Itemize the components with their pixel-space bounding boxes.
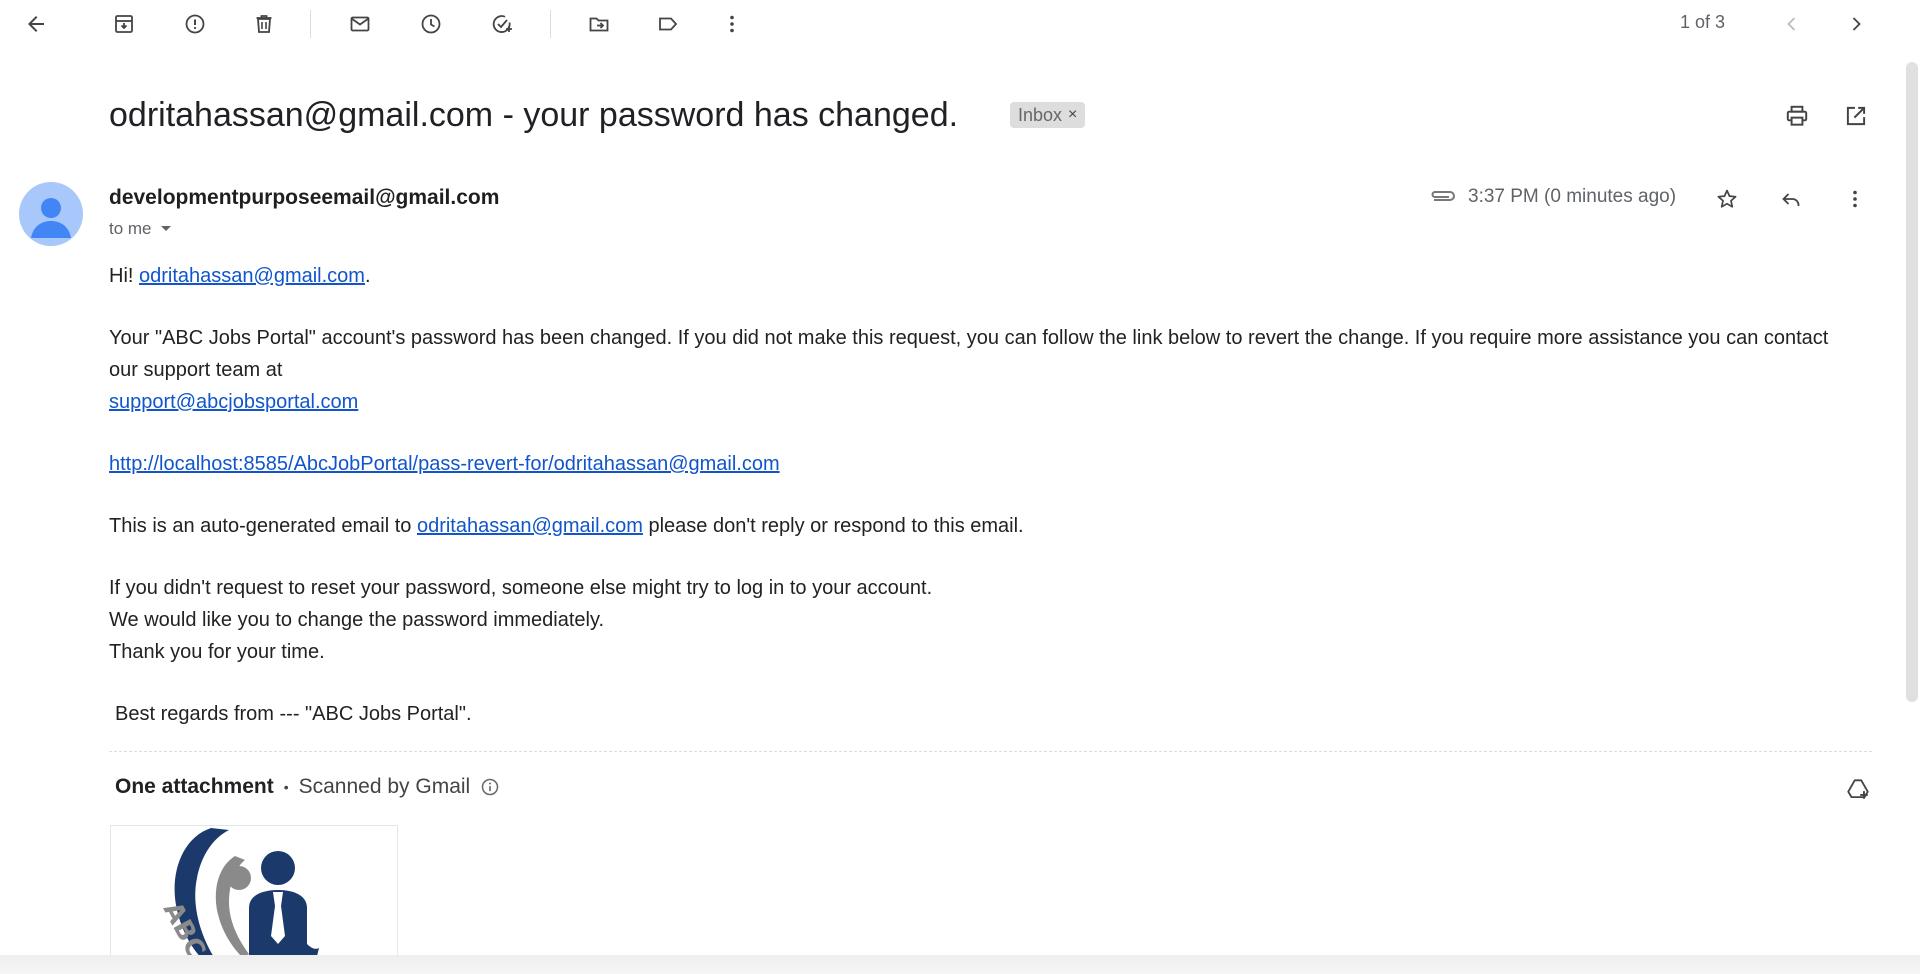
toolbar-divider: [550, 10, 551, 38]
auto-text: This is an auto-generated email to: [109, 515, 417, 537]
open-in-new-icon: [1846, 106, 1866, 126]
add-task-button[interactable]: [484, 6, 520, 42]
chevron-right-icon: [1852, 17, 1861, 31]
labels-button[interactable]: [650, 6, 686, 42]
warning-line: If you didn't request to reset your pass…: [109, 577, 933, 599]
delete-button[interactable]: [246, 6, 282, 42]
toolbar-divider: [310, 10, 311, 38]
auto-email-link[interactable]: odritahassan@gmail.com: [417, 515, 643, 537]
add-task-icon: [492, 15, 512, 33]
report-spam-icon: [185, 14, 205, 34]
abc-logo-image: ABC: [157, 828, 319, 956]
thank-you-line: Thank you for your time.: [109, 641, 325, 663]
signoff-line: Best regards from --- "ABC Jobs Portal".: [115, 703, 472, 725]
toolbar: 1 of 3: [0, 0, 1920, 48]
add-to-drive-icon: [1847, 779, 1869, 799]
move-to-button[interactable]: [581, 6, 617, 42]
password-changed-paragraph: Your "ABC Jobs Portal" account's passwor…: [109, 327, 1829, 381]
revert-password-link[interactable]: http://localhost:8585/AbcJobPortal/pass-…: [109, 453, 780, 475]
greeting-suffix: .: [364, 265, 371, 287]
sender-email[interactable]: developmentpurposeemail@gmail.com: [109, 186, 499, 210]
attachments-header: One attachment • Scanned by Gmail: [115, 775, 500, 799]
support-email-link[interactable]: support@abcjobsportal.com: [109, 391, 358, 413]
auto-suffix: please don't reply or respond to this em…: [642, 515, 1024, 537]
vertical-scrollbar[interactable]: [1906, 62, 1918, 702]
newer-button[interactable]: [1838, 6, 1874, 42]
remove-label-button[interactable]: ×: [1068, 106, 1077, 124]
print-button[interactable]: [1781, 100, 1813, 132]
auto-generated-line: This is an auto-generated email to odrit…: [109, 510, 1829, 542]
sender-avatar[interactable]: [19, 182, 83, 246]
archive-icon: [115, 15, 133, 33]
reply-icon: [1782, 193, 1800, 206]
label-name: Inbox: [1018, 104, 1063, 125]
change-password-line: We would like you to change the password…: [109, 609, 605, 631]
scanned-label: Scanned by Gmail: [298, 775, 471, 798]
attachment-divider: [109, 751, 1872, 752]
mail-icon: [350, 16, 370, 32]
greeting-email-link[interactable]: odritahassan@gmail.com: [139, 265, 365, 287]
greeting-text: Hi!: [109, 265, 139, 287]
email-body: Hi! odritahassan@gmail.com. Your "ABC Jo…: [109, 260, 1829, 730]
more-button[interactable]: [714, 6, 750, 42]
person-icon: [31, 198, 71, 238]
inbox-label-chip[interactable]: Inbox ×: [1010, 102, 1086, 128]
recipient-details[interactable]: to me: [109, 219, 172, 239]
older-button[interactable]: [1774, 6, 1810, 42]
caret-down-icon: [160, 226, 171, 231]
more-vertical-icon: [730, 15, 734, 33]
more-vertical-icon: [1853, 190, 1857, 208]
email-timestamp: 3:37 PM (0 minutes ago): [1468, 186, 1677, 207]
bottom-shadow: [0, 955, 1920, 974]
greeting-line: Hi! odritahassan@gmail.com.: [109, 260, 1829, 292]
label-icon: [659, 17, 678, 31]
mark-unread-button[interactable]: [342, 6, 378, 42]
email-subject: odritahassan@gmail.com - your password h…: [109, 96, 959, 134]
logo-text: ABC: [157, 897, 211, 956]
clock-icon: [421, 14, 441, 34]
reply-button[interactable]: [1774, 182, 1808, 216]
add-to-drive-button[interactable]: [1841, 772, 1875, 806]
arrow-left-icon: [28, 16, 44, 32]
back-button[interactable]: [18, 6, 54, 42]
open-new-window-button[interactable]: [1840, 100, 1872, 132]
trash-icon: [256, 15, 272, 33]
archive-button[interactable]: [106, 6, 142, 42]
recipient-label: to me: [109, 219, 152, 238]
chevron-left-icon: [1787, 17, 1796, 31]
info-icon[interactable]: [480, 777, 500, 797]
star-icon: [1717, 189, 1737, 208]
attachments-title: One attachment: [115, 775, 274, 798]
message-more-button[interactable]: [1838, 182, 1872, 216]
attachment-clip-icon: [1431, 191, 1455, 201]
report-spam-button[interactable]: [177, 6, 213, 42]
print-icon: [1786, 105, 1808, 126]
pager-count: 1 of 3: [1680, 12, 1726, 32]
attachment-thumbnail[interactable]: ABC: [110, 825, 398, 956]
folder-move-icon: [589, 17, 609, 32]
dot-separator: •: [283, 779, 289, 795]
snooze-button[interactable]: [413, 6, 449, 42]
star-button[interactable]: [1710, 182, 1744, 216]
